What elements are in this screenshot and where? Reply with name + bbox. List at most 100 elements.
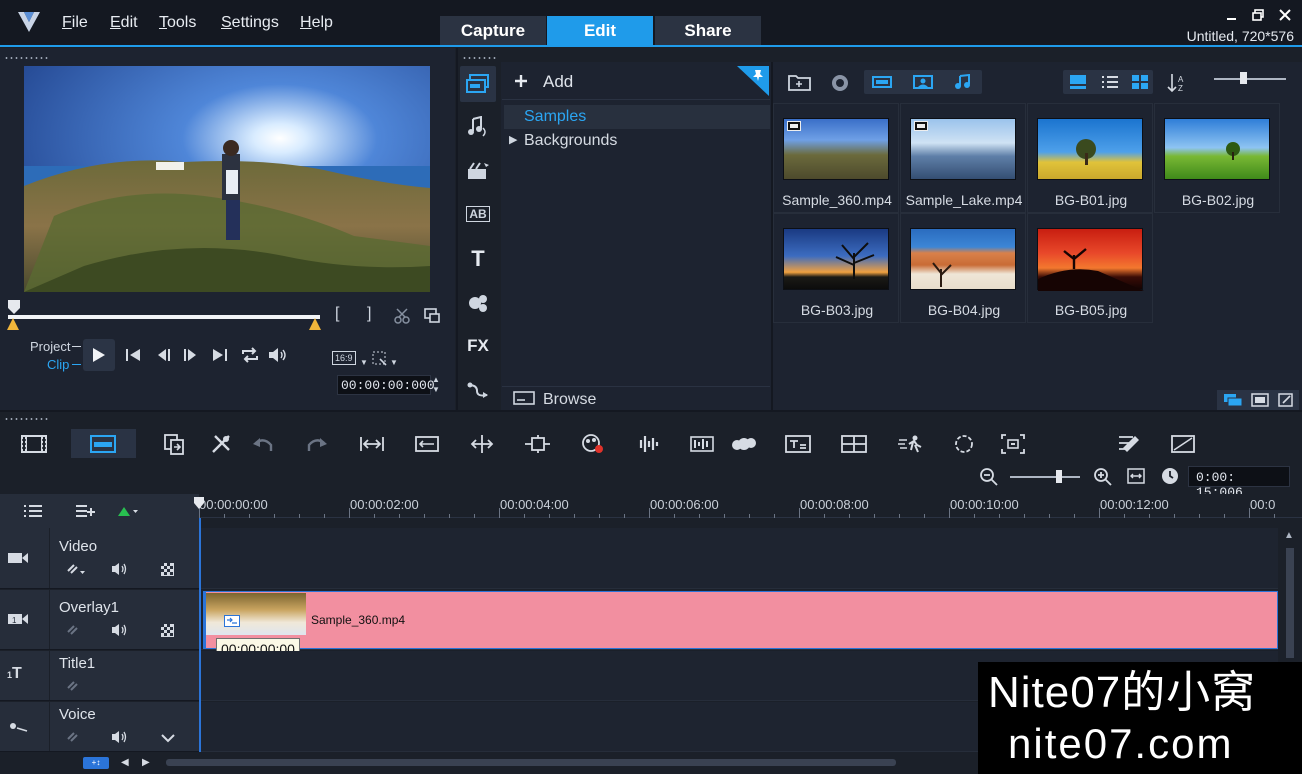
tab-edit[interactable]: Edit <box>547 16 653 46</box>
layout-library-icon[interactable] <box>1223 393 1243 407</box>
volume-icon[interactable] <box>268 347 288 363</box>
fit-timeline-icon[interactable] <box>1127 468 1145 484</box>
path-icon[interactable] <box>460 372 496 408</box>
preview-window[interactable] <box>24 66 430 292</box>
ripple-link-icon[interactable] <box>65 562 87 576</box>
timecode-spinner-icon[interactable]: ▲ ▼ <box>432 375 440 395</box>
aspect-ratio-button[interactable]: 16:9 <box>332 351 356 365</box>
playhead-marker-icon[interactable] <box>194 497 204 509</box>
track-row-video[interactable] <box>200 528 1278 589</box>
previous-frame-icon[interactable] <box>156 348 172 362</box>
scroll-right-icon[interactable]: ▶ <box>142 757 150 768</box>
tab-share[interactable]: Share <box>655 16 761 46</box>
track-header-voice[interactable]: Voice <box>0 702 199 752</box>
motion-tracking-icon[interactable] <box>731 432 757 456</box>
scroll-up-icon[interactable]: ▲ <box>1284 530 1294 541</box>
auto-music-icon[interactable] <box>689 432 715 456</box>
media-item[interactable]: BG-B02.jpg <box>1154 103 1280 213</box>
fit-to-window-icon[interactable] <box>414 432 440 456</box>
zoom-slider[interactable] <box>1010 476 1080 478</box>
zoom-out-icon[interactable] <box>979 467 999 487</box>
media-item[interactable]: BG-B01.jpg <box>1027 103 1153 213</box>
transition-icon[interactable]: AB <box>460 196 496 232</box>
proxy-dropdown-icon[interactable]: ▼ <box>390 358 398 367</box>
chapter-marker-icon[interactable] <box>117 505 139 517</box>
menu-settings[interactable]: Settings <box>221 14 279 32</box>
split-clip-icon[interactable] <box>393 307 411 325</box>
list-view-icon[interactable] <box>1101 74 1119 90</box>
pan-zoom-icon[interactable] <box>1000 432 1026 456</box>
show-videos-icon[interactable] <box>872 76 892 88</box>
folder-samples[interactable]: Samples <box>504 105 770 129</box>
enlarge-preview-icon[interactable] <box>423 307 441 325</box>
timecode-field[interactable]: 00:00:00:000 <box>337 375 435 395</box>
smart-proxy-icon[interactable] <box>372 351 388 367</box>
mark-out-handle-icon[interactable] <box>309 318 321 330</box>
tools-icon[interactable] <box>208 432 234 456</box>
media-icon[interactable] <box>460 66 496 102</box>
mask-creator-icon[interactable] <box>951 432 977 456</box>
add-folder-icon[interactable] <box>513 73 529 89</box>
mark-out-icon[interactable]: ] <box>367 305 371 323</box>
track-header-video[interactable]: Video <box>0 528 199 589</box>
library-grip[interactable] <box>462 56 498 60</box>
clip-trim-handle[interactable] <box>203 591 206 649</box>
aspect-dropdown-icon[interactable]: ▼ <box>360 358 368 367</box>
ripple-link-icon[interactable] <box>65 679 79 693</box>
restore-icon[interactable] <box>1252 9 1265 22</box>
repeat-icon[interactable] <box>240 347 260 363</box>
time-remapping-icon[interactable] <box>897 432 923 456</box>
pin-icon[interactable] <box>752 69 764 81</box>
menu-edit[interactable]: Edit <box>110 14 138 32</box>
track-audio-icon[interactable] <box>111 730 129 744</box>
home-icon[interactable] <box>125 348 141 362</box>
horizontal-scroll-thumb[interactable] <box>166 759 896 766</box>
sort-icon[interactable]: AZ <box>1167 73 1187 93</box>
capture-media-icon[interactable] <box>830 73 850 93</box>
graphics-icon[interactable] <box>460 285 496 321</box>
fit-to-project-icon[interactable] <box>359 432 385 456</box>
media-item[interactable]: BG-B05.jpg <box>1027 213 1153 323</box>
layout-edit-icon[interactable] <box>1278 393 1294 407</box>
mark-in-icon[interactable]: [ <box>335 305 339 323</box>
browse-icon[interactable] <box>513 390 535 406</box>
undo-icon[interactable] <box>250 432 276 456</box>
ripple-link-icon[interactable] <box>65 623 79 637</box>
thumbnail-size-handle[interactable] <box>1240 72 1247 84</box>
track-audio-icon[interactable] <box>111 562 129 576</box>
track-manager-list-icon[interactable] <box>23 504 43 518</box>
mark-in-handle-icon[interactable] <box>7 318 19 330</box>
track-header-title[interactable]: 1T Title1 <box>0 651 199 701</box>
subtitle-editor-icon[interactable] <box>785 432 811 456</box>
color-grading-icon[interactable] <box>1116 432 1142 456</box>
scroll-left-icon[interactable]: ◀ <box>121 757 129 768</box>
tab-capture[interactable]: Capture <box>440 16 546 46</box>
track-visibility-icon[interactable] <box>161 624 174 637</box>
record-capture-icon[interactable] <box>580 432 606 456</box>
next-frame-icon[interactable] <box>182 348 198 362</box>
multi-camera-icon[interactable] <box>841 432 867 456</box>
folder-backgrounds[interactable]: Backgrounds <box>504 129 770 153</box>
title-icon[interactable]: T <box>460 241 496 277</box>
add-folder-button[interactable]: Add <box>543 72 573 92</box>
zoom-in-icon[interactable] <box>1093 467 1113 487</box>
add-track-icon[interactable] <box>75 504 95 518</box>
layout-split-icon[interactable] <box>1251 393 1269 407</box>
media-item[interactable]: BG-B03.jpg <box>773 213 899 323</box>
track-header-overlay[interactable]: 1 Overlay1 <box>0 590 199 650</box>
multi-trim-icon[interactable] <box>161 432 187 456</box>
play-button[interactable] <box>83 339 115 371</box>
timeline-view-icon[interactable] <box>90 432 116 456</box>
import-media-icon[interactable] <box>788 73 812 91</box>
app-logo-icon[interactable] <box>16 10 42 34</box>
media-item[interactable]: BG-B04.jpg <box>900 213 1026 323</box>
scrubber-handle-icon[interactable] <box>8 300 20 314</box>
track-visibility-icon[interactable] <box>161 563 174 576</box>
media-item[interactable]: Sample_360.mp4 <box>773 103 899 213</box>
minimize-icon[interactable] <box>1226 10 1238 22</box>
end-icon[interactable] <box>212 348 228 362</box>
audio-icon[interactable] <box>460 109 496 145</box>
storyboard-view-icon[interactable] <box>21 432 47 456</box>
voice-expand-icon[interactable] <box>161 733 175 743</box>
scrubber-bar[interactable] <box>8 315 320 319</box>
